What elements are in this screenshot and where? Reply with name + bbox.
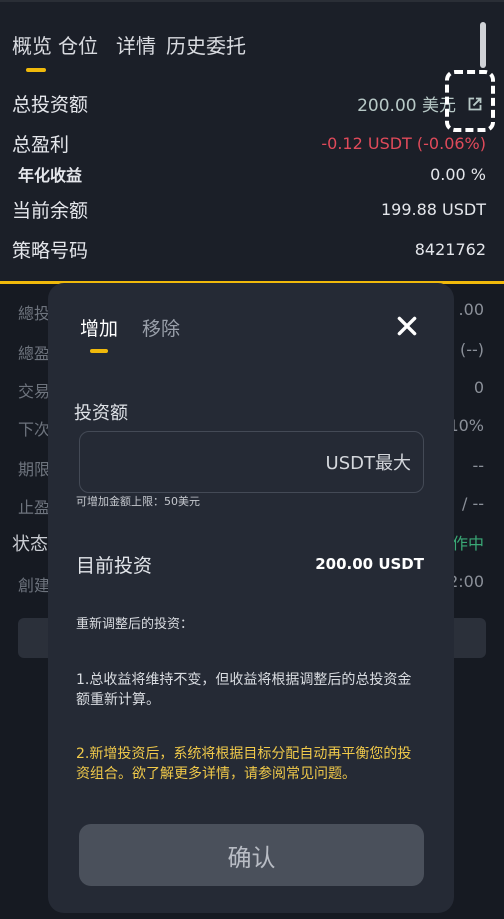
max-increase-hint: 可增加金额上限：50美元 [76, 495, 200, 508]
adjustment-notes-title: 重新调整后的投资： [76, 617, 194, 632]
highlight-marker [445, 70, 495, 132]
close-icon[interactable] [394, 313, 420, 339]
tab-add[interactable]: 增加 [80, 314, 118, 341]
max-usdt-button[interactable]: USDT最大 [326, 449, 411, 475]
adjust-investment-modal: 增加 移除 投资额 USDT最大 可增加金额上限：50美元 目前投资 200.0… [48, 283, 454, 913]
bg-item-6: 止盈 [18, 498, 51, 517]
investment-amount-label: 投资额 [74, 403, 128, 424]
strategy-id-value: 8421762 [414, 240, 486, 259]
scrollbar[interactable] [480, 22, 486, 68]
tab-details[interactable]: 详情 [116, 30, 156, 59]
bg-item-4: 下次 [18, 420, 51, 439]
bg-item-8: 創建 [18, 576, 51, 595]
bg-value-1: .00 [458, 300, 484, 319]
tab-bar: 概览 仓位 详情 历史委托 [12, 30, 260, 59]
bg-value-3: 0 [473, 378, 484, 397]
bg-status-label: 状态 [12, 534, 48, 555]
tab-positions[interactable]: 仓位 [58, 30, 98, 59]
balance-row: 当前余额 199.88 USDT [12, 196, 486, 223]
annual-return-label: 年化收益 [18, 166, 83, 185]
balance-value: 199.88 USDT [380, 200, 486, 219]
total-pnl-value: -0.12 USDT (-0.06%) [321, 134, 486, 153]
bg-item-2: 總盈 [18, 344, 51, 363]
tab-history[interactable]: 历史委托 [166, 30, 246, 59]
active-tab-indicator [26, 68, 46, 72]
current-investment-label: 目前投资 [76, 555, 153, 577]
bg-value-2: (--) [459, 340, 484, 359]
bg-value-5: -- [472, 456, 484, 475]
total-pnl-label: 总盈利 [12, 134, 70, 156]
total-pnl-row: 总盈利 -0.12 USDT (-0.06%) [12, 130, 486, 157]
strategy-id-label: 策略号码 [12, 240, 89, 262]
current-investment-value: 200.00 USDT [315, 555, 424, 573]
bg-value-7: 作中 [451, 534, 484, 553]
annual-return-row: 年化收益 0.00 % [12, 162, 486, 186]
adjustment-note-2: 2.新增投资后，系统将根据目标分配自动再平衡您的投资组合。欲了解更多详情，请参阅… [76, 746, 412, 782]
tab-remove[interactable]: 移除 [142, 314, 180, 341]
confirm-button[interactable]: 确认 [79, 824, 424, 886]
investment-amount-input[interactable] [92, 442, 312, 482]
adjustment-note-1: 1.总收益将维持不变，但收益将根据调整后的总投资金额重新计算。 [76, 672, 412, 708]
bg-item-5: 期限 [18, 460, 51, 479]
strategy-id-row: 策略号码 8421762 [12, 236, 486, 263]
investment-amount-field[interactable]: USDT最大 [79, 431, 424, 493]
bg-value-6: / -- [461, 494, 484, 513]
overview-panel: 概览 仓位 详情 历史委托 总投资额 200.00 美元 总盈利 -0.12 U… [0, 0, 504, 282]
bg-item-1: 總投 [18, 304, 51, 323]
balance-label: 当前余额 [12, 200, 89, 222]
total-investment-row: 总投资额 200.00 美元 [12, 90, 486, 117]
bg-item-3: 交易 [18, 382, 51, 401]
modal-active-tab-indicator [90, 349, 108, 353]
total-investment-label: 总投资额 [12, 94, 89, 116]
tab-overview[interactable]: 概览 [12, 30, 52, 59]
total-investment-value: 200.00 美元 [357, 96, 456, 116]
annual-return-value: 0.00 % [430, 164, 486, 184]
